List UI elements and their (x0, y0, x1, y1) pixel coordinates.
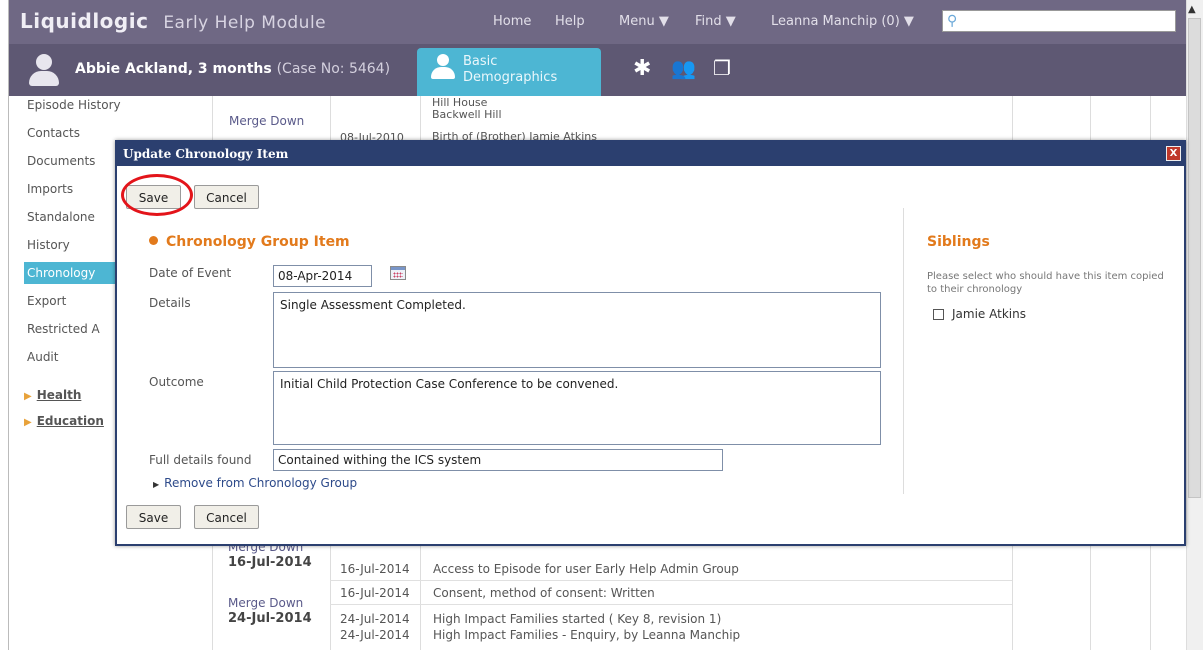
entry-date: 24-Jul-2014 (340, 612, 410, 626)
full-details-label: Full details found (149, 453, 252, 467)
highlight-circle-annotation (121, 174, 193, 216)
brand-name: Liquidlogic (20, 9, 149, 33)
tab-basic-demographics[interactable]: Basic Demographics (417, 48, 601, 96)
sidebar-item-imports[interactable]: Imports (24, 178, 124, 200)
sidebar-group-education[interactable]: ▶ Education (24, 414, 104, 428)
date-of-event-input[interactable]: 08-Apr-2014 (273, 265, 372, 287)
bullet-icon (149, 236, 158, 245)
entry-date: 16-Jul-2014 (340, 586, 410, 600)
merge-down-link[interactable]: Merge Down (229, 114, 304, 128)
entry-date: 24-Jul-2014 (340, 628, 410, 642)
address-line: Backwell Hill (432, 108, 502, 121)
triangle-right-icon: ▶ (153, 480, 160, 489)
merge-down-link[interactable]: Merge Down (228, 596, 303, 610)
scrollbar-thumb[interactable] (1188, 18, 1201, 498)
search-icon: ⚲ (947, 13, 958, 29)
siblings-instructions: Please select who should have this item … (927, 271, 1164, 295)
chronology-entry-text: High Impact Families - Enquiry, by Leann… (433, 628, 741, 642)
sibling-name-label[interactable]: Jamie Atkins (952, 307, 1026, 321)
scroll-up-arrow-icon[interactable]: ▲ (1188, 4, 1196, 15)
row-divider (330, 604, 1012, 605)
sidebar-item-export[interactable]: Export (24, 290, 124, 312)
chronology-entry-text: Consent, method of consent: Written (433, 586, 655, 600)
full-details-input[interactable]: Contained withing the ICS system (273, 449, 723, 471)
close-icon[interactable]: X (1166, 146, 1181, 161)
sidebar-item-restricted[interactable]: Restricted A (24, 318, 124, 340)
nav-find-dropdown[interactable]: Find ▼ (695, 14, 736, 29)
gear-icon[interactable]: ✱ (633, 56, 651, 81)
chronology-entry-text: Access to Episode for user Early Help Ad… (433, 562, 739, 576)
sidebar-item-history[interactable]: History (24, 234, 124, 256)
group-date: 24-Jul-2014 (228, 611, 312, 626)
app-logo: Liquidlogic Early Help Module (20, 9, 326, 33)
date-of-event-label: Date of Event (149, 266, 232, 280)
search-input[interactable]: ⚲ (942, 10, 1176, 32)
expand-triangle-icon: ▶ (24, 391, 32, 402)
siblings-title: Siblings (927, 234, 990, 250)
nav-help-link[interactable]: Help (555, 14, 585, 29)
cancel-button[interactable]: Cancel (194, 185, 259, 209)
module-name: Early Help Module (163, 13, 327, 33)
column-divider (903, 208, 904, 494)
tab-label: Basic Demographics (463, 54, 558, 85)
sibling-checkbox[interactable] (933, 309, 944, 320)
sidebar-item-standalone[interactable]: Standalone (24, 206, 124, 228)
outcome-textarea[interactable]: Initial Child Protection Case Conference… (273, 371, 881, 445)
sidebar-group-health[interactable]: ▶ Health (24, 388, 81, 402)
section-title-chronology-group: Chronology Group Item (149, 234, 350, 250)
people-icon[interactable]: 👥 (671, 56, 696, 80)
nav-home-link[interactable]: Home (493, 14, 531, 29)
cancel-button-bottom[interactable]: Cancel (194, 505, 259, 529)
person-tab-icon (431, 54, 455, 80)
sidebar-item-documents[interactable]: Documents (24, 150, 124, 172)
save-button-bottom[interactable]: Save (126, 505, 181, 529)
messages-icon[interactable]: ❐ (713, 56, 731, 80)
remove-from-group-link[interactable]: ▶ Remove from Chronology Group (153, 476, 357, 490)
group-date: 16-Jul-2014 (228, 555, 312, 570)
top-navigation-bar: Liquidlogic Early Help Module Home Help … (9, 0, 1186, 44)
update-chronology-dialog: Update Chronology Item X Save Cancel Chr… (115, 140, 1186, 546)
calendar-icon[interactable] (390, 266, 406, 280)
details-textarea[interactable]: Single Assessment Completed. (273, 292, 881, 368)
expand-triangle-icon: ▶ (24, 417, 32, 428)
case-person-name: Abbie Ackland, 3 months (75, 61, 272, 77)
case-number: (Case No: 5464) (276, 61, 391, 77)
case-header-bar: Abbie Ackland, 3 months (Case No: 5464) … (9, 44, 1186, 96)
entry-date: 16-Jul-2014 (340, 562, 410, 576)
sidebar-item-audit[interactable]: Audit (24, 346, 124, 368)
nav-menu-dropdown[interactable]: Menu ▼ (619, 14, 669, 29)
dialog-header: Update Chronology Item X (117, 142, 1184, 166)
sidebar-item-contacts[interactable]: Contacts (24, 122, 124, 144)
row-divider (330, 580, 1012, 581)
case-title: Abbie Ackland, 3 months (Case No: 5464) (75, 61, 390, 77)
dialog-title: Update Chronology Item (123, 147, 289, 161)
person-icon (29, 54, 59, 86)
chronology-entry-text: High Impact Families started ( Key 8, re… (433, 612, 722, 626)
nav-user-dropdown[interactable]: Leanna Manchip (0) ▼ (771, 14, 914, 29)
sidebar-item-chronology[interactable]: Chronology (24, 262, 124, 284)
details-label: Details (149, 296, 191, 310)
sidebar-item-episode-history[interactable]: Episode History (24, 94, 124, 116)
outcome-label: Outcome (149, 375, 204, 389)
